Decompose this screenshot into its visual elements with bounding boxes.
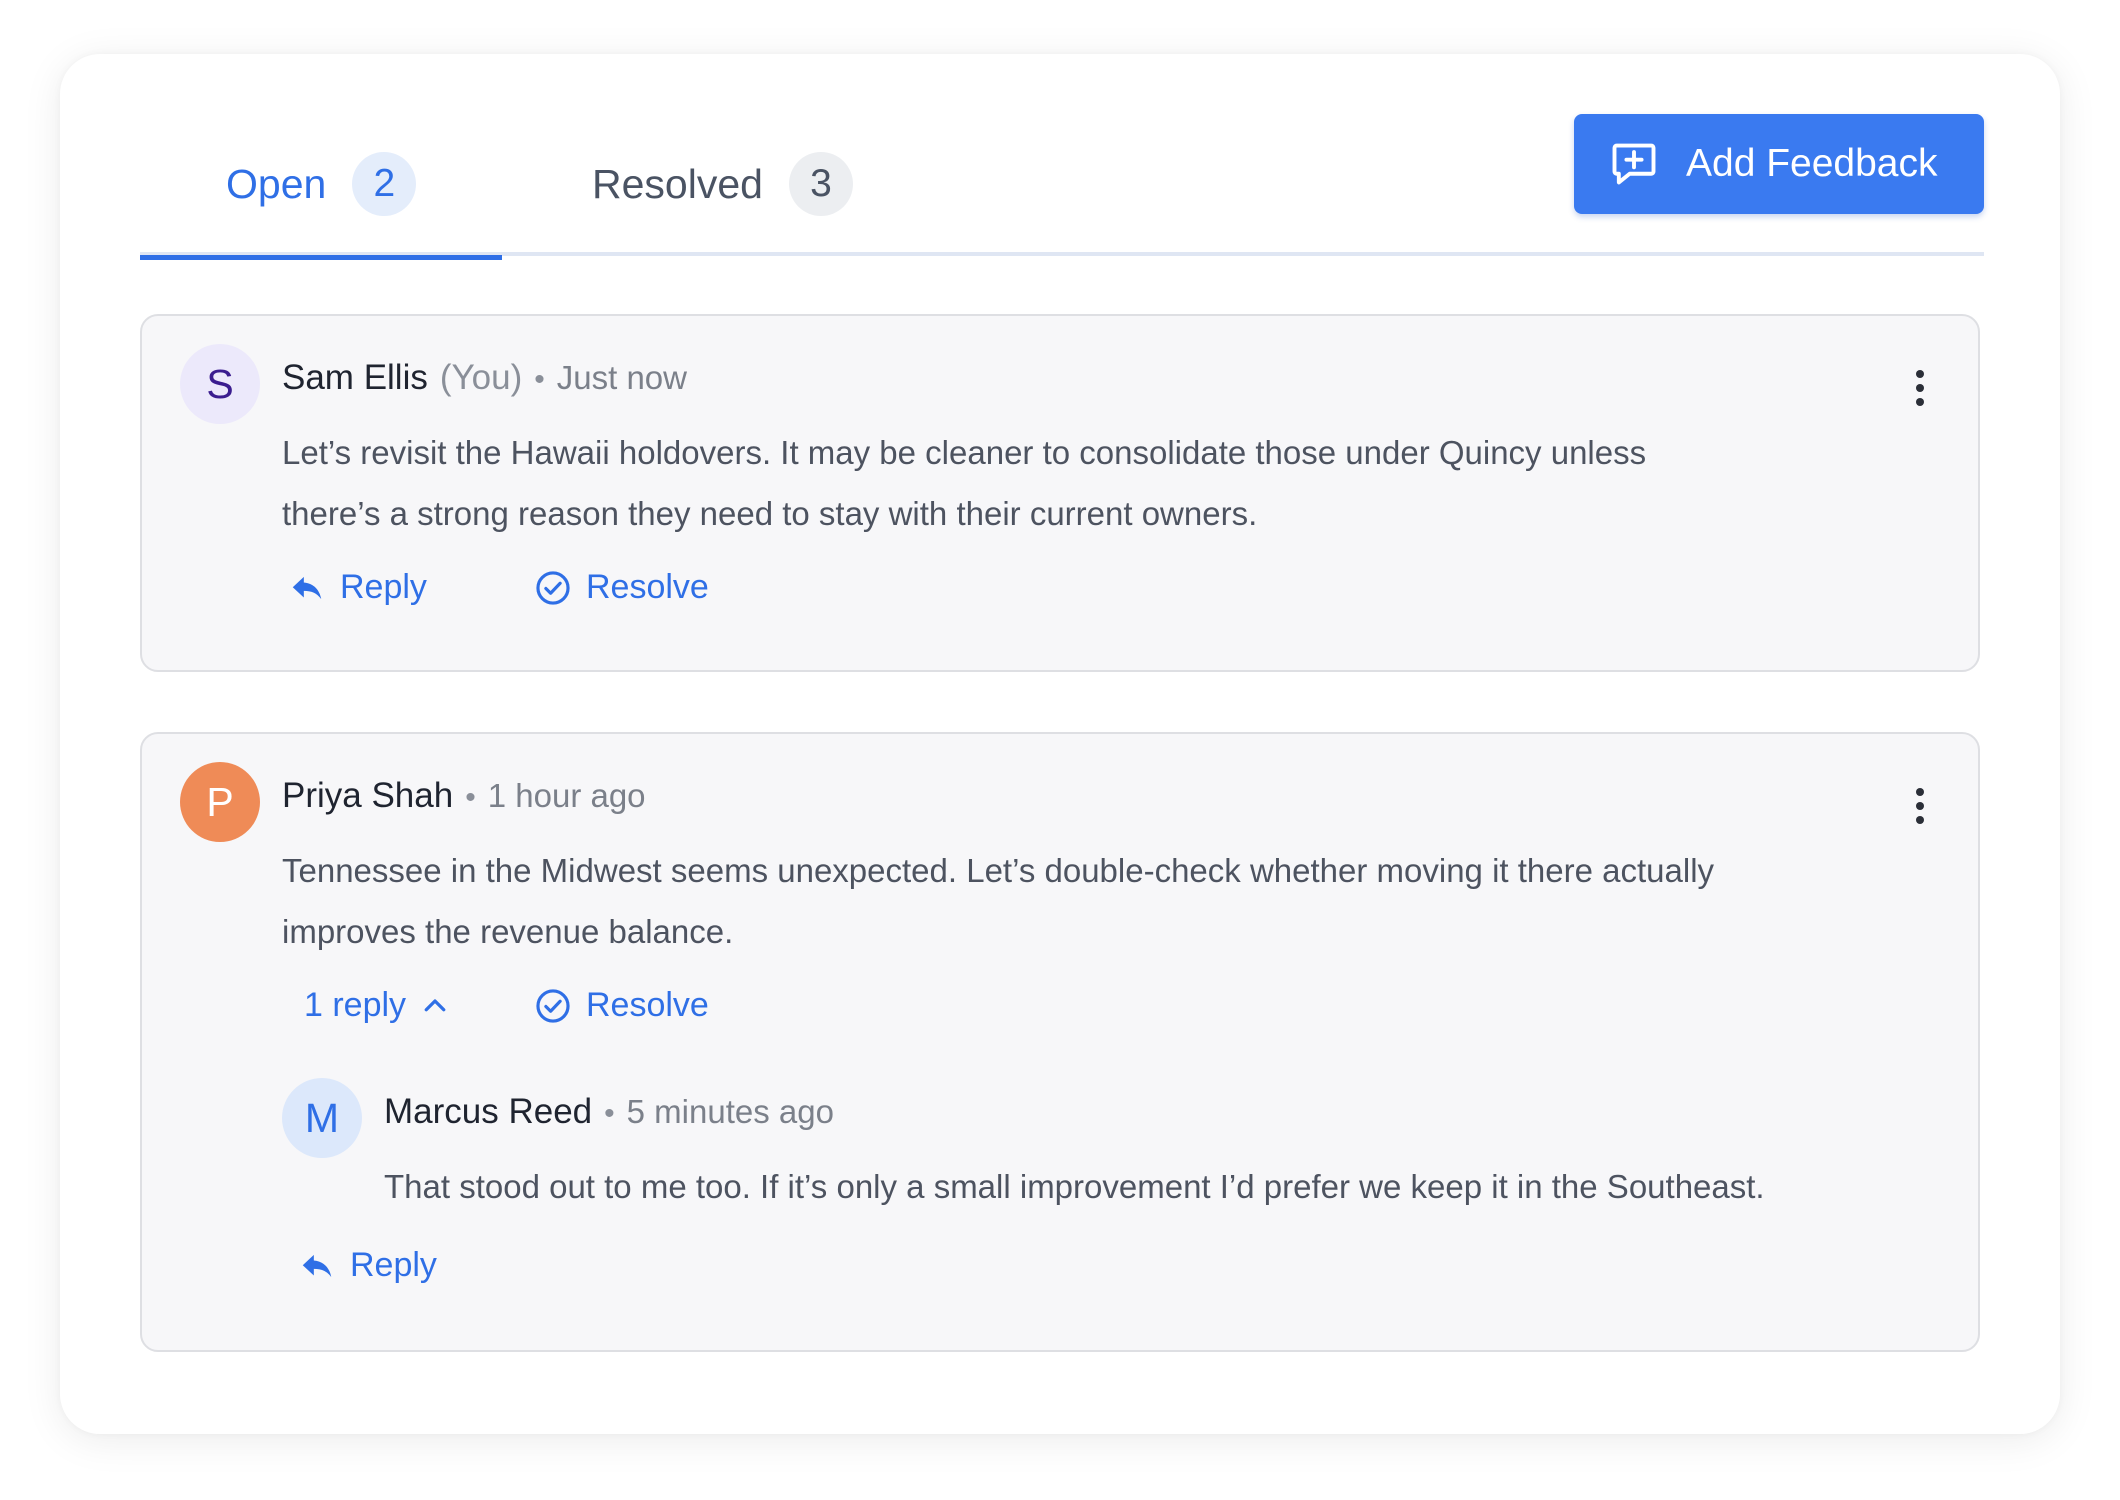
check-circle-icon [536,988,570,1023]
reply-body: That stood out to me too. If it’s only a… [384,1168,1765,1205]
comment-card: P Priya Shah • 1 hour ago Tennessee in t… [140,732,1980,1352]
reply-arrow-icon [302,1254,332,1277]
comment-card: S Sam Ellis (You) • Just now Let’s revis… [140,314,1980,672]
tab-open[interactable]: Open 2 [140,152,502,260]
separator-dot: • [604,1097,615,1130]
resolve-button[interactable]: Resolve [534,986,709,1025]
timestamp: 5 minutes ago [626,1093,834,1130]
more-options-icon[interactable] [1900,358,1940,418]
chevron-up-icon [424,998,446,1011]
comment-header: Priya Shah • 1 hour ago [282,776,646,816]
reply-label: Reply [340,568,427,606]
message-plus-icon [1612,143,1656,185]
comment-body: Let’s revisit the Hawaii holdovers. It m… [282,422,1646,544]
separator-dot: • [465,781,476,814]
resolve-label: Resolve [586,986,709,1024]
more-options-icon[interactable] [1900,776,1940,836]
tab-resolved-label: Resolved [592,161,763,207]
add-feedback-label: Add Feedback [1686,142,1938,185]
replies-toggle-button[interactable]: 1 reply [304,986,450,1025]
avatar: M [282,1078,362,1158]
timestamp: Just now [556,359,687,396]
comment-header: Sam Ellis (You) • Just now [282,358,687,398]
comment-body-line: improves the revenue balance. [282,913,734,950]
feedback-panel: Open 2 Resolved 3 Add Feedback S Sam Ell… [60,54,2060,1434]
reply-label: Reply [350,1246,437,1284]
tab-resolved[interactable]: Resolved 3 [592,152,853,256]
tab-resolved-count-badge: 3 [788,152,853,216]
author-name: Sam Ellis [282,358,428,397]
comment-body: Tennessee in the Midwest seems unexpecte… [282,840,1714,962]
comment-body-line: Tennessee in the Midwest seems unexpecte… [282,852,1715,889]
replies-count-label: 1 reply [304,986,407,1024]
comment-body-line: there’s a strong reason they need to sta… [282,495,1258,532]
resolve-label: Resolve [586,568,709,606]
you-tag: (You) [439,358,523,397]
reply-arrow-icon [292,576,322,599]
add-feedback-button[interactable]: Add Feedback [1574,114,1984,214]
reply-header: Marcus Reed • 5 minutes ago [384,1092,834,1132]
separator-dot: • [534,363,545,396]
tab-open-count-badge: 2 [352,152,417,216]
check-circle-icon [536,570,570,605]
author-name: Marcus Reed [384,1092,593,1131]
avatar: S [180,344,260,424]
comment-body-line: Let’s revisit the Hawaii holdovers. It m… [282,434,1647,471]
resolve-button[interactable]: Resolve [534,568,709,607]
avatar: P [180,762,260,842]
timestamp: 1 hour ago [487,777,646,814]
tab-open-label: Open [226,161,327,207]
reply-button[interactable]: Reply [288,568,427,607]
author-name: Priya Shah [282,776,454,815]
reply-button[interactable]: Reply [298,1246,437,1285]
